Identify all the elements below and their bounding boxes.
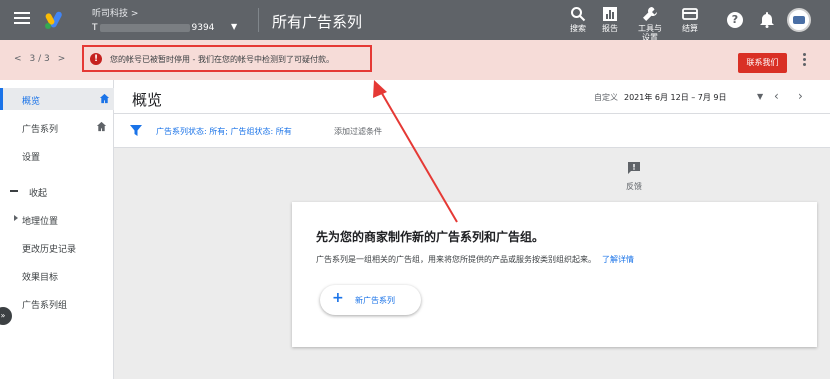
home-icon[interactable] (96, 121, 107, 132)
report-tool[interactable]: 报告 (592, 6, 628, 33)
account-name: 听司科技 > (92, 9, 139, 19)
active-filters[interactable]: 广告系列状态: 所有; 广告组状态: 所有 (156, 126, 292, 137)
search-icon (571, 7, 586, 22)
sidebar-item-campaign-groups[interactable]: 广告系列组 (0, 292, 114, 314)
expand-triangle-icon (14, 215, 18, 221)
sidebar-item-label: 概览 (22, 97, 41, 107)
search-tool[interactable]: 搜索 (560, 6, 596, 33)
billing-tool[interactable]: 结算 (672, 6, 708, 33)
sidebar-item-label: 地理位置 (22, 217, 59, 227)
pager-count: 3 / 3 (29, 54, 50, 64)
sidebar-item-label: 广告系列组 (22, 301, 68, 311)
sidebar-item-collapse[interactable]: 收起 (0, 180, 114, 202)
pager-prev-button[interactable]: < (14, 54, 22, 64)
sidebar-item-settings[interactable]: 设置 (0, 144, 114, 166)
new-campaign-button[interactable]: + 新广告系列 (320, 285, 421, 315)
hamburger-menu-icon[interactable] (14, 12, 30, 26)
more-vert-icon[interactable] (803, 53, 807, 68)
account-id: T 9394 (92, 23, 214, 33)
feedback-label: 反馈 (626, 182, 642, 191)
chevron-down-icon[interactable]: ▼ (231, 22, 237, 31)
help-icon[interactable]: ? (727, 12, 743, 28)
account-id-suffix: 9394 (191, 23, 215, 33)
card-description-text: 广告系列是一组相关的广告组，用来将您所提供的产品或服务按类别组织起来。 (316, 255, 596, 264)
sidebar-item-campaigns[interactable]: 广告系列 (0, 116, 114, 138)
chevron-down-icon[interactable]: ▼ (757, 92, 763, 101)
avatar-image (793, 16, 805, 24)
filter-bar: 广告系列状态: 所有; 广告组状态: 所有 添加过滤条件 (114, 114, 830, 148)
pager-next-button[interactable]: > (58, 54, 66, 64)
sidebar-item-label: 广告系列 (22, 125, 59, 135)
main-header: 概览 自定义 2021年 6月 12日 – 7月 9日 ▼ ‹ › (114, 80, 830, 114)
report-icon (603, 7, 617, 21)
sidebar-item-performance-goals[interactable]: 效果目标 (0, 264, 114, 286)
sidebar-item-overview[interactable]: 概览 (0, 88, 114, 110)
add-filter-link[interactable]: 添加过滤条件 (334, 126, 382, 137)
alert-highlight-box: ! 您的帐号已被暂时停用 - 我们在您的帐号中检测到了可疑付款。 (82, 45, 372, 72)
sidebar-item-label: 效果目标 (22, 273, 59, 283)
alert-bar: <3 / 3 > ! 您的帐号已被暂时停用 - 我们在您的帐号中检测到了可疑付款。… (0, 40, 830, 80)
alert-message: 您的帐号已被暂时停用 - 我们在您的帐号中检测到了可疑付款。 (110, 55, 334, 64)
sidebar-item-label: 收起 (29, 189, 48, 199)
home-icon[interactable] (99, 93, 110, 104)
billing-icon (682, 8, 698, 20)
new-campaign-label: 新广告系列 (355, 296, 395, 305)
plus-icon: + (332, 290, 344, 306)
sidebar-item-change-history[interactable]: 更改历史记录 (0, 236, 114, 258)
date-range-value: 2021年 6月 12日 – 7月 9日 (624, 93, 727, 102)
account-switcher[interactable]: 听司科技 > T 9394 (92, 6, 214, 33)
avatar[interactable] (787, 8, 811, 32)
feedback-icon (628, 162, 640, 174)
alert-pager: <3 / 3 > (14, 54, 65, 64)
date-range-label: 自定义 (594, 93, 618, 102)
google-ads-logo (45, 11, 62, 29)
learn-more-link[interactable]: 了解详情 (602, 255, 634, 264)
bell-icon[interactable] (760, 11, 774, 28)
sidebar-item-label: 更改历史记录 (22, 245, 77, 255)
sidebar-item-label: 设置 (22, 153, 41, 163)
redacted-region (99, 23, 190, 32)
account-id-prefix: T (92, 23, 98, 33)
tool-label: 搜索 (570, 24, 586, 33)
contact-us-button[interactable]: 联系我们 (738, 53, 787, 73)
page-title: 所有广告系列 (272, 13, 363, 31)
tools-settings-tool[interactable]: 工具与设置 (632, 6, 668, 42)
tool-label: 结算 (682, 24, 698, 33)
feedback-button[interactable]: 反馈 (620, 160, 648, 192)
collapse-icon (10, 190, 18, 192)
error-icon: ! (90, 53, 102, 65)
chevron-right-icon[interactable]: › (798, 89, 803, 103)
card-description: 广告系列是一组相关的广告组，用来将您所提供的产品或服务按类别组织起来。 了解详情 (316, 254, 634, 265)
date-range-selector[interactable]: 自定义 2021年 6月 12日 – 7月 9日 (594, 92, 727, 103)
main-title: 概览 (132, 91, 163, 109)
filter-icon[interactable] (130, 125, 142, 136)
sidebar-item-locations[interactable]: 地理位置 (0, 208, 114, 230)
sidebar: 概览 广告系列 设置 收起 地理位置 更改历史记录 效果目标 广告系列组 (0, 80, 114, 379)
wrench-icon (643, 7, 657, 21)
divider (258, 8, 259, 32)
empty-state-card: 先为您的商家制作新的广告系列和广告组。 广告系列是一组相关的广告组，用来将您所提… (292, 202, 817, 347)
top-app-bar: 听司科技 > T 9394 ▼ 所有广告系列 搜索 报告 工具与设置 结算 ? (0, 0, 830, 42)
card-title: 先为您的商家制作新的广告系列和广告组。 (316, 230, 545, 244)
tool-label: 报告 (602, 24, 618, 33)
chevron-left-icon[interactable]: ‹ (774, 89, 779, 103)
